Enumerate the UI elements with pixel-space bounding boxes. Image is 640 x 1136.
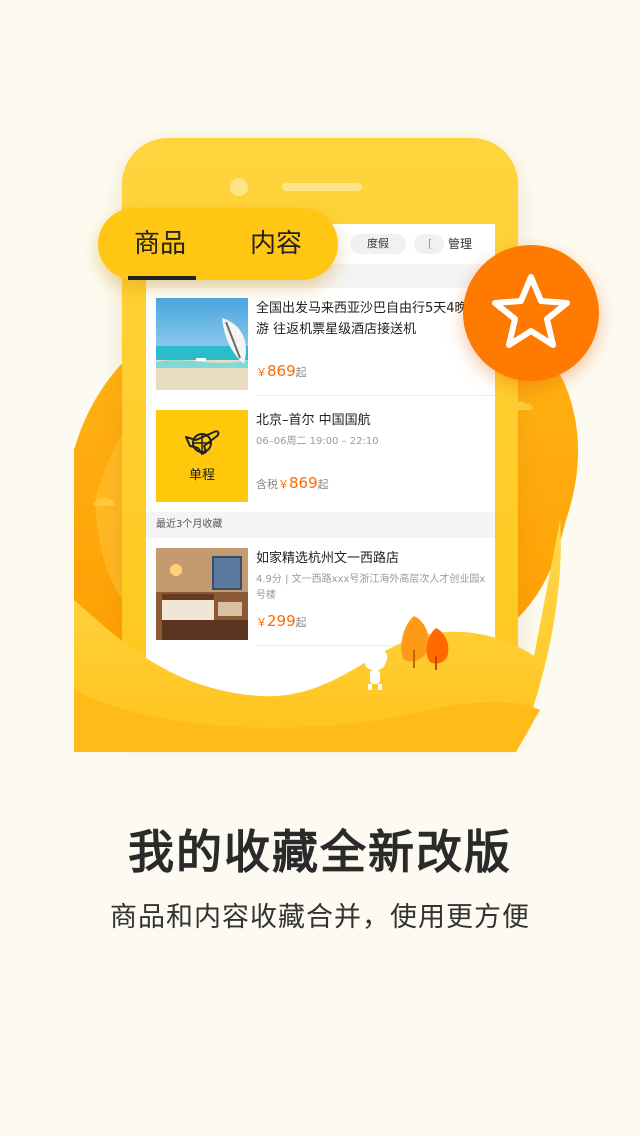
flight-time: 06–06周二 19:00 – 22:10 [256,436,379,447]
star-icon [492,274,570,348]
phone-screen: 度假 [ 管理 全国出发马来西亚沙巴自由行5天4晚旅游 往返机票星级酒店接送机 … [146,224,495,704]
active-tab-indicator [128,276,196,280]
promo-screen: 度假 [ 管理 全国出发马来西亚沙巴自由行5天4晚旅游 往返机票星级酒店接送机 … [0,0,640,1136]
price: ￥869起 [256,361,307,383]
tab-content[interactable]: 内容 [250,224,302,264]
hotel-meta: 4.9分 | 文一西路xxx号浙江海外高层次人才创业园x号楼 [256,574,486,601]
tax-prefix: 含税 [256,478,278,491]
item-title: 北京–首尔 中国国航 [256,413,371,428]
price-value: 299 [267,612,296,630]
beach-thumbnail [156,298,248,390]
item-title: 全国出发马来西亚沙巴自由行5天4晚旅游 往返机票星级酒店接送机 [256,301,481,337]
trip-type-label: 单程 [188,468,215,483]
price: 含税￥869起 [256,473,329,495]
price-suffix: 起 [317,478,329,491]
filter-chip-partial[interactable]: [ [414,234,444,254]
list-item[interactable]: 全国出发马来西亚沙巴自由行5天4晚旅游 往返机票星级酒店接送机 ￥869起 [146,288,495,396]
tab-goods[interactable]: 商品 [134,224,186,264]
list-item[interactable]: 如家精选杭州文一西路店 4.9分 | 文一西路xxx号浙江海外高层次人才创业园x… [146,538,495,646]
price-suffix: 起 [295,366,307,379]
favorite-badge [463,245,599,381]
divider [256,395,495,396]
price-suffix: 起 [295,616,307,629]
tab-switcher: 商品 内容 [98,208,338,280]
filter-chip-vacation[interactable]: 度假 [350,234,406,254]
price-value: 869 [267,362,296,380]
currency-symbol: ￥ [278,478,289,491]
list-item[interactable]: 单程 北京–首尔 中国国航 06–06周二 19:00 – 22:10 含税￥8… [146,400,495,508]
section-label: 最近3个月收藏 [146,512,495,538]
flight-thumbnail: 单程 [156,410,248,502]
currency-symbol: ￥ [256,616,267,629]
airplane-globe-icon [185,430,220,455]
headline: 我的收藏全新改版 [128,825,512,879]
price-value: 869 [289,474,318,492]
item-title: 如家精选杭州文一西路店 [256,551,400,566]
divider [256,645,495,646]
subheadline: 商品和内容收藏合并，使用更方便 [110,902,530,933]
hotel-thumbnail [156,548,248,640]
currency-symbol: ￥ [256,366,267,379]
camera-dot [230,178,248,196]
price: ￥299起 [256,611,307,633]
speaker-slot [282,183,362,191]
